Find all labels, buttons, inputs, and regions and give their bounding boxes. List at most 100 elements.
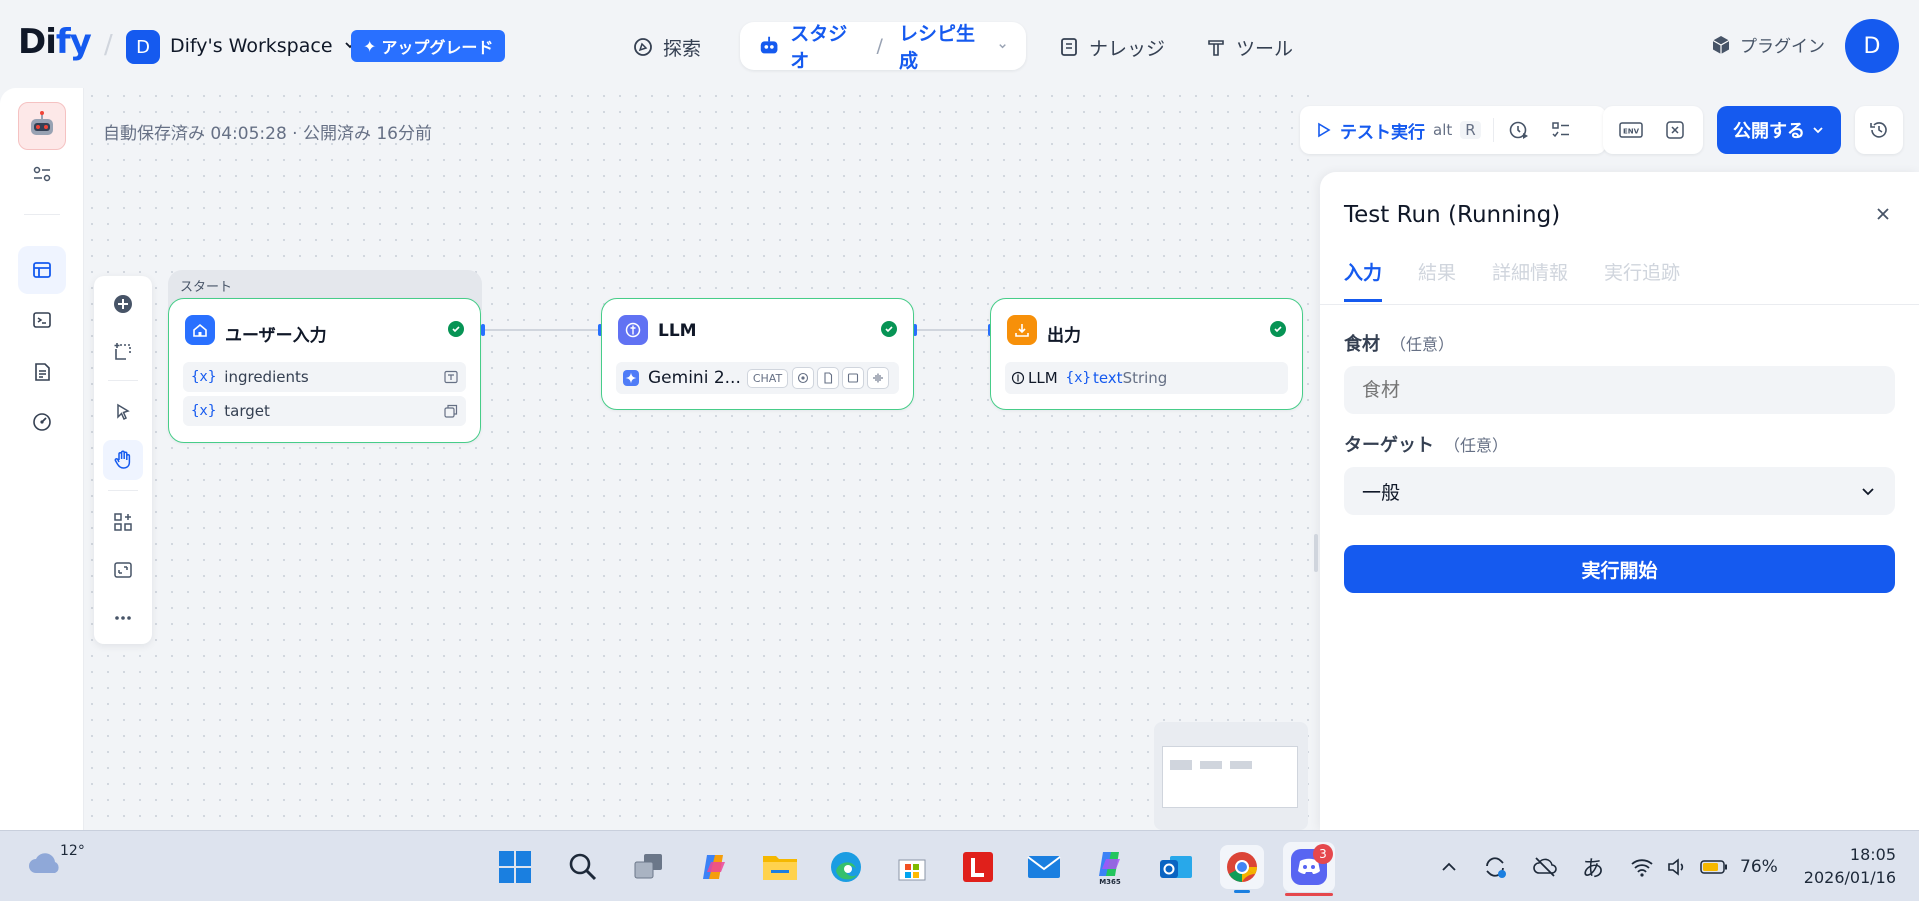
output-variable[interactable]: LLM {x} text String — [1005, 362, 1288, 394]
sidebar-item-api[interactable] — [18, 296, 66, 344]
chevron-up-icon[interactable] — [1440, 858, 1458, 876]
more-options-button[interactable] — [103, 598, 143, 638]
status-icons[interactable]: 76% — [1630, 831, 1778, 901]
workspace-avatar[interactable]: D — [126, 30, 160, 64]
tab-result[interactable]: 結果 — [1418, 258, 1456, 302]
field-label-ingredients: 食材 （任意） — [1344, 330, 1454, 356]
gemini-icon — [623, 370, 639, 386]
test-run-button[interactable]: テスト実行 alt R — [1314, 118, 1481, 143]
edge-start-llm[interactable] — [483, 329, 600, 331]
sidebar-item-logs[interactable] — [18, 348, 66, 396]
app-name-selector[interactable]: レシピ生成 — [899, 19, 987, 73]
edge-app[interactable] — [824, 845, 868, 889]
output-handle[interactable] — [481, 324, 485, 336]
nav-tools[interactable]: ツール — [1205, 30, 1293, 64]
m365-app[interactable]: M365 — [1088, 845, 1132, 889]
start-run-button[interactable]: 実行開始 — [1344, 545, 1895, 593]
clock-time: 18:05 — [1849, 845, 1896, 864]
workspace-switcher[interactable]: Dify's Workspace — [170, 35, 357, 57]
organize-nodes-button[interactable] — [103, 502, 143, 542]
compass-icon — [634, 38, 652, 56]
plugin-button[interactable]: プラグイン — [1710, 32, 1825, 57]
app-icon[interactable] — [18, 102, 66, 150]
canvas-toolbox — [94, 276, 152, 644]
node-output[interactable]: 出力 LLM {x} text String — [990, 298, 1303, 410]
clock[interactable]: 18:05 2026/01/16 — [1800, 843, 1896, 889]
nav-tools-label: ツール — [1236, 37, 1294, 60]
start-button[interactable] — [493, 845, 537, 889]
variable-row[interactable]: {x} target — [183, 396, 466, 426]
workspace-name: Dify's Workspace — [170, 35, 333, 57]
llm-icon — [618, 315, 648, 345]
ingredients-input[interactable] — [1344, 366, 1895, 414]
tab-tracing[interactable]: 実行追跡 — [1604, 258, 1680, 302]
minimap[interactable] — [1154, 722, 1308, 830]
folder-icon — [763, 856, 797, 880]
top-header: Dify / D Dify's Workspace ✦ アップグレード 探索 ス… — [0, 0, 1919, 88]
breadcrumb-separator: / — [876, 35, 883, 57]
variable-row[interactable]: {x} ingredients — [183, 362, 466, 392]
panel-tabs: 入力 結果 詳細情報 実行追跡 — [1344, 258, 1680, 302]
tab-input[interactable]: 入力 — [1344, 258, 1383, 302]
l-app[interactable] — [956, 845, 1000, 889]
app-settings-button[interactable] — [18, 150, 66, 198]
windows-taskbar: 12° M365 3 あ 76% 18:05 2026/01/16 — [0, 830, 1919, 901]
fit-view-button[interactable] — [103, 550, 143, 590]
sidebar-item-orchestrate[interactable] — [18, 246, 66, 294]
version-history-button[interactable] — [1855, 106, 1903, 154]
ime-indicator[interactable]: あ — [1582, 851, 1604, 883]
vision-icon — [792, 367, 815, 389]
add-note-button[interactable] — [103, 332, 143, 372]
checklist-button[interactable] — [1544, 113, 1578, 147]
discord-app[interactable]: 3 — [1283, 842, 1335, 896]
search-icon — [569, 853, 597, 881]
outlook-icon — [1160, 856, 1192, 878]
m365-icon: M365 — [1099, 852, 1121, 886]
chrome-app[interactable] — [1220, 845, 1264, 893]
minimap-viewport[interactable] — [1162, 746, 1298, 808]
panel-resize-handle[interactable] — [1314, 534, 1318, 572]
model-selector[interactable]: Gemini 2... CHAT — [616, 362, 899, 394]
active-indicator — [1285, 893, 1333, 896]
mail-app[interactable] — [1022, 845, 1066, 889]
outlook-app[interactable] — [1154, 845, 1198, 889]
user-avatar[interactable]: D — [1845, 19, 1899, 73]
nav-explore-label: 探索 — [663, 37, 702, 60]
add-node-button[interactable] — [103, 284, 143, 324]
plugin-label: プラグイン — [1740, 37, 1825, 57]
nav-explore[interactable]: 探索 — [632, 30, 701, 64]
node-llm[interactable]: LLM Gemini 2... CHAT — [601, 298, 914, 410]
sync-icon[interactable] — [1482, 854, 1508, 880]
task-view-button[interactable] — [627, 845, 671, 889]
search-button[interactable] — [561, 845, 605, 889]
store-app[interactable] — [890, 845, 934, 889]
select-input-icon — [444, 404, 458, 418]
close-panel-button[interactable] — [1871, 202, 1895, 226]
run-history-button[interactable] — [1502, 113, 1536, 147]
conversation-variables-button[interactable] — [1657, 112, 1693, 148]
nav-studio[interactable]: スタジオ / レシピ生成 — [740, 19, 1026, 73]
upgrade-label: アップグレード — [381, 38, 494, 57]
tab-detail[interactable]: 詳細情報 — [1492, 258, 1568, 302]
file-explorer-app[interactable] — [758, 845, 802, 889]
node-user-input[interactable]: ユーザー入力 {x} ingredients {x} target — [168, 298, 481, 443]
workflow-canvas[interactable] — [84, 88, 1320, 830]
nav-knowledge[interactable]: ナレッジ — [1058, 30, 1165, 64]
weather-widget[interactable]: 12° — [26, 843, 85, 883]
cloud-off-icon[interactable] — [1532, 854, 1558, 880]
upgrade-button[interactable]: ✦ アップグレード — [351, 30, 506, 62]
field-label-target: ターゲット （任意） — [1344, 431, 1508, 457]
mode-tag: CHAT — [746, 368, 789, 388]
pointer-mode-button[interactable] — [103, 392, 143, 432]
edge-llm-output[interactable] — [915, 329, 990, 331]
env-button[interactable]: ENV — [1613, 112, 1649, 148]
copilot-app[interactable] — [692, 845, 736, 889]
dify-logo[interactable]: Dify — [18, 22, 92, 62]
publish-button[interactable]: 公開する — [1717, 106, 1841, 154]
sidebar-item-monitoring[interactable] — [18, 398, 66, 446]
checklist-icon — [1551, 122, 1569, 138]
close-icon — [1877, 208, 1889, 220]
target-select[interactable]: 一般 — [1344, 467, 1895, 515]
hand-mode-button[interactable] — [103, 440, 143, 480]
variable-name: target — [224, 402, 270, 420]
